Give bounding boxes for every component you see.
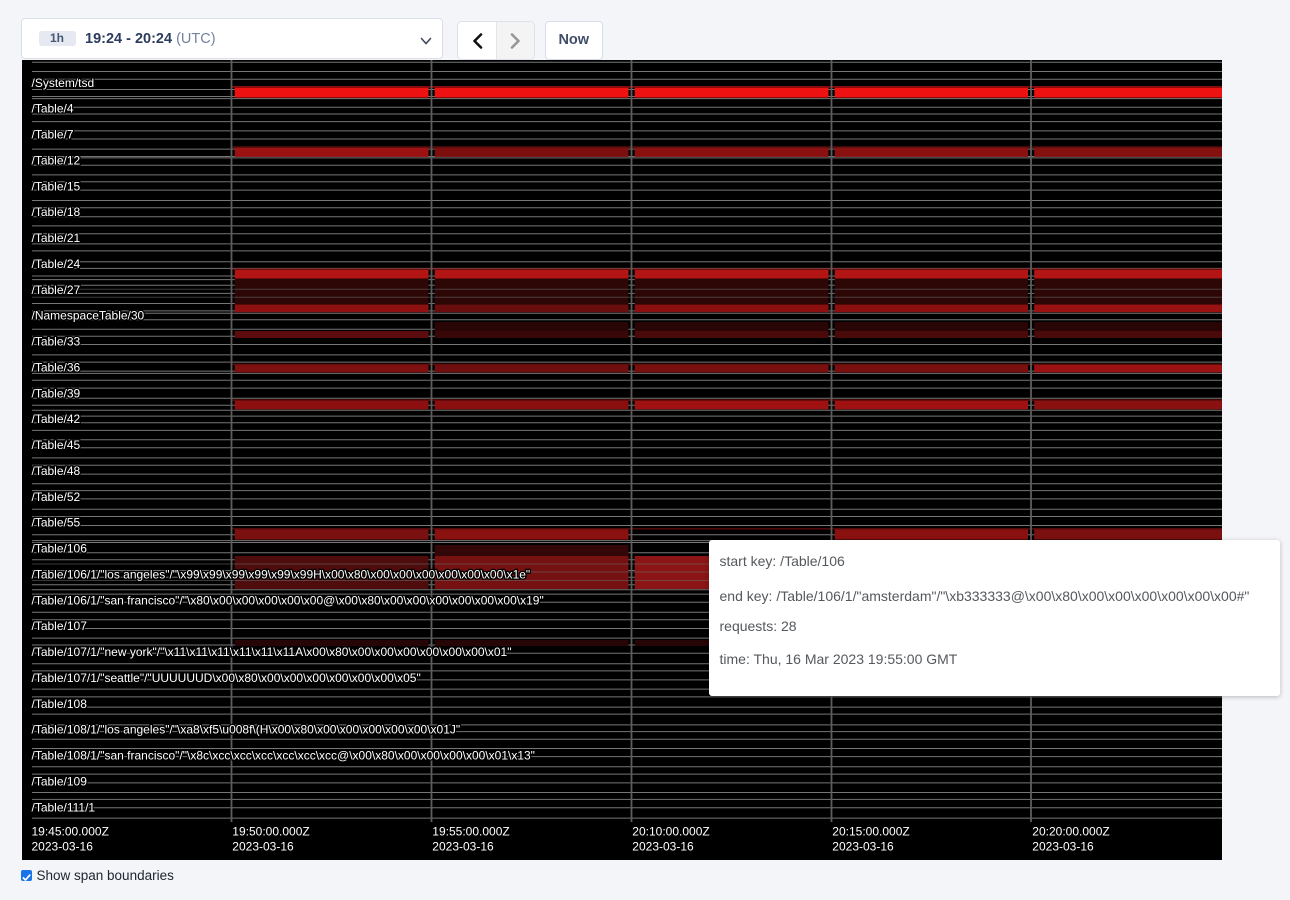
svg-text:2023-03-16: 2023-03-16 — [1032, 840, 1094, 854]
svg-text:/Table/7: /Table/7 — [31, 128, 73, 142]
svg-text:/Table/107/1/"seattle"/"UUUUUU: /Table/107/1/"seattle"/"UUUUUUD\x00\x80\… — [31, 671, 420, 685]
svg-text:19:50:00.000Z: 19:50:00.000Z — [232, 825, 309, 839]
svg-text:/Table/18: /Table/18 — [31, 205, 80, 219]
svg-text:/Table/12: /Table/12 — [31, 153, 80, 167]
svg-text:/Table/27: /Table/27 — [31, 283, 80, 297]
svg-text:/Table/21: /Table/21 — [31, 231, 80, 245]
svg-text:/Table/106/1/"los angeles"/"\x: /Table/106/1/"los angeles"/"\x99\x99\x99… — [31, 567, 530, 581]
svg-text:/Table/4: /Table/4 — [31, 102, 73, 116]
svg-text:/System/tsd: /System/tsd — [31, 76, 94, 90]
svg-text:/Table/106/1/"san francisco"/": /Table/106/1/"san francisco"/"\x80\x00\x… — [31, 593, 543, 607]
svg-text:/Table/39: /Table/39 — [31, 386, 80, 400]
svg-text:20:10:00.000Z: 20:10:00.000Z — [632, 825, 709, 839]
svg-text:/Table/36: /Table/36 — [31, 360, 80, 374]
svg-text:/Table/111/1: /Table/111/1 — [31, 800, 95, 814]
svg-text:2023-03-16: 2023-03-16 — [432, 840, 494, 854]
svg-text:19:45:00.000Z: 19:45:00.000Z — [31, 825, 108, 839]
svg-text:20:20:00.000Z: 20:20:00.000Z — [1032, 825, 1109, 839]
svg-text:/Table/42: /Table/42 — [31, 412, 80, 426]
svg-text:2023-03-16: 2023-03-16 — [31, 840, 93, 854]
svg-text:2023-03-16: 2023-03-16 — [232, 840, 294, 854]
svg-text:2023-03-16: 2023-03-16 — [632, 840, 694, 854]
svg-text:2023-03-16: 2023-03-16 — [832, 840, 894, 854]
svg-text:/Table/45: /Table/45 — [31, 438, 80, 452]
svg-text:/Table/48: /Table/48 — [31, 464, 80, 478]
svg-text:/Table/24: /Table/24 — [31, 257, 80, 271]
svg-text:/Table/33: /Table/33 — [31, 335, 80, 349]
svg-text:/Table/109: /Table/109 — [31, 774, 87, 788]
svg-text:/Table/107: /Table/107 — [31, 619, 87, 633]
svg-text:/Table/108: /Table/108 — [31, 697, 87, 711]
svg-text:/Table/52: /Table/52 — [31, 490, 80, 504]
svg-text:/NamespaceTable/30: /NamespaceTable/30 — [31, 309, 144, 323]
svg-text:/Table/107/1/"new york"/"\x11\: /Table/107/1/"new york"/"\x11\x11\x11\x1… — [31, 645, 511, 659]
svg-text:/Table/15: /Table/15 — [31, 179, 80, 193]
svg-text:19:55:00.000Z: 19:55:00.000Z — [432, 825, 509, 839]
svg-text:/Table/108/1/"san francisco"/": /Table/108/1/"san francisco"/"\x8c\xcc\x… — [31, 749, 534, 763]
svg-text:/Table/108/1/"los angeles"/"\x: /Table/108/1/"los angeles"/"\xa8\xf5\u00… — [31, 723, 460, 737]
svg-text:20:15:00.000Z: 20:15:00.000Z — [832, 825, 909, 839]
svg-text:/Table/55: /Table/55 — [31, 516, 80, 530]
svg-text:/Table/106: /Table/106 — [31, 542, 87, 556]
